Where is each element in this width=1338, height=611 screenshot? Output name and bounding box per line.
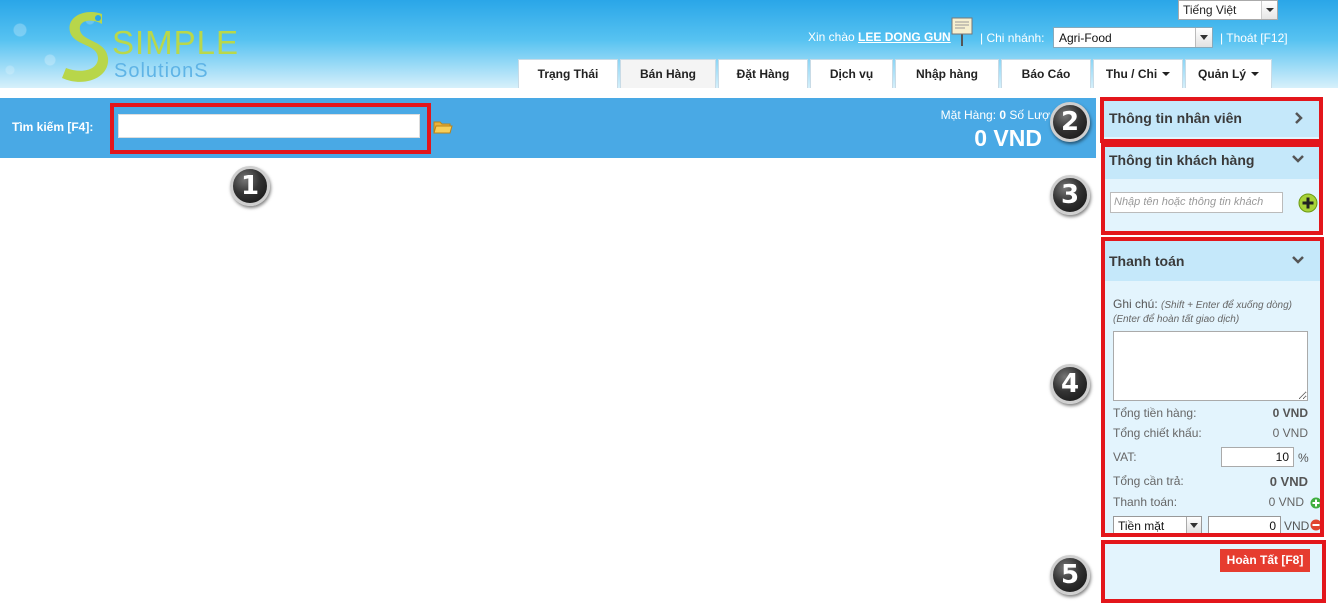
language-value: Tiếng Việt	[1183, 3, 1237, 17]
app-root: SIMPLE SolutionS Tiếng Việt Xin chào LEE…	[0, 0, 1338, 611]
tab-nhap-hang[interactable]: Nhập hàng	[895, 59, 999, 88]
logout-link[interactable]: | Thoát [F12]	[1220, 31, 1288, 45]
language-select[interactable]: Tiếng Việt	[1178, 0, 1278, 20]
folder-icon[interactable]	[433, 119, 453, 135]
caret-down-icon	[1251, 72, 1259, 76]
annotation-box-1	[110, 103, 431, 154]
annotation-badge-1: 1	[230, 166, 270, 206]
chevron-down-icon	[1195, 28, 1212, 47]
tab-quan-ly[interactable]: Quản Lý	[1185, 59, 1272, 88]
tab-dat-hang[interactable]: Đặt Hàng	[718, 59, 808, 88]
items-label: Mặt Hàng:	[940, 108, 997, 122]
tab-label: Nhập hàng	[916, 67, 978, 81]
annotation-box-3	[1101, 143, 1323, 235]
tab-label: Báo Cáo	[1021, 67, 1071, 81]
branch-select[interactable]: Agri-Food	[1053, 27, 1213, 48]
notice-board-icon[interactable]	[950, 16, 974, 46]
items-summary: Mặt Hàng: 0 Số Lượ	[941, 108, 1050, 122]
user-greeting: Xin chào LEE DONG GUN	[808, 30, 951, 48]
tab-trang-thai[interactable]: Trạng Thái	[518, 59, 618, 88]
chevron-down-icon	[1261, 1, 1277, 19]
tab-thu-chi[interactable]: Thu / Chi	[1093, 59, 1183, 88]
items-count: 0	[999, 108, 1007, 122]
tab-label: Bán Hàng	[639, 67, 696, 81]
greeting-text: Xin chào	[808, 30, 855, 44]
caret-down-icon	[1162, 72, 1171, 76]
branch-label: | Chi nhánh:	[980, 31, 1045, 45]
qty-label: Số Lượ	[1009, 108, 1050, 122]
logo-subtitle: SolutionS	[114, 60, 209, 82]
tab-label: Đặt Hàng	[736, 67, 790, 81]
annotation-badge-4: 4	[1050, 364, 1090, 404]
logo-s-icon	[62, 12, 109, 82]
tab-dich-vu[interactable]: Dịch vụ	[810, 59, 893, 88]
main-nav: Trạng Thái Bán Hàng Đặt Hàng Dịch vụ Nhậ…	[518, 59, 1274, 88]
header-bar: SIMPLE SolutionS Tiếng Việt Xin chào LEE…	[0, 0, 1338, 88]
search-label: Tìm kiếm [F4]:	[12, 120, 94, 134]
order-total: 0 VND	[974, 125, 1042, 151]
annotation-badge-5: 5	[1050, 555, 1090, 595]
tab-bao-cao[interactable]: Báo Cáo	[1001, 59, 1091, 88]
tab-label: Thu / Chi	[1105, 67, 1158, 81]
logo-title: SIMPLE	[112, 24, 240, 61]
tab-label: Trạng Thái	[537, 67, 599, 81]
tab-label: Quản Lý	[1197, 67, 1246, 81]
tab-ban-hang[interactable]: Bán Hàng	[620, 59, 716, 88]
annotation-box-5	[1101, 540, 1326, 603]
logo[interactable]: SIMPLE SolutionS	[58, 8, 258, 84]
annotation-badge-3: 3	[1050, 175, 1090, 215]
annotation-badge-2: 2	[1050, 102, 1090, 142]
annotation-box-2	[1100, 97, 1323, 143]
annotation-box-4	[1101, 237, 1324, 537]
tab-label: Dịch vụ	[829, 67, 874, 81]
branch-value: Agri-Food	[1059, 31, 1112, 45]
username-link[interactable]: LEE DONG GUN	[858, 30, 951, 44]
